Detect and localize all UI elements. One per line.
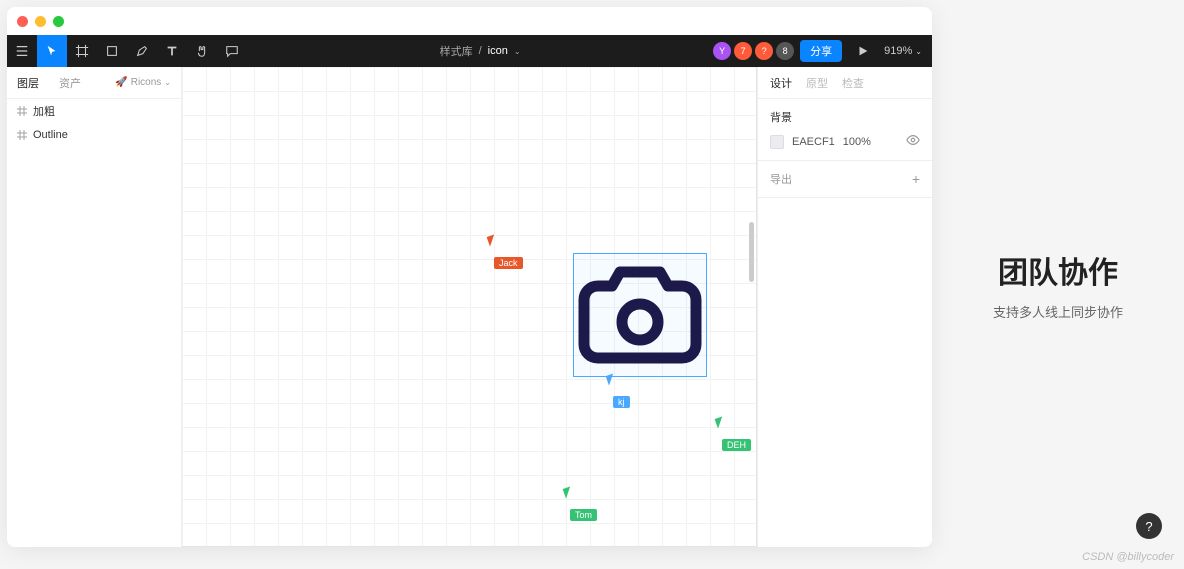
zoom-dropdown[interactable]: 919% ⌄ bbox=[884, 45, 922, 57]
export-section-title: 导出 bbox=[770, 171, 792, 187]
window-minimize-icon[interactable] bbox=[35, 16, 46, 27]
background-opacity[interactable]: 100% bbox=[843, 136, 871, 148]
pen-tool[interactable] bbox=[127, 35, 157, 67]
promo-title: 团队协作 bbox=[998, 248, 1118, 292]
help-button[interactable]: ? bbox=[1136, 513, 1162, 539]
collaborator-cursor: Jack bbox=[488, 235, 523, 269]
camera-icon bbox=[576, 256, 704, 376]
window-titlebar bbox=[7, 7, 932, 35]
chevron-down-icon: ⌄ bbox=[514, 47, 521, 56]
visibility-toggle-icon[interactable] bbox=[906, 133, 920, 150]
text-tool[interactable] bbox=[157, 35, 187, 67]
breadcrumb-current: icon bbox=[488, 45, 508, 57]
zoom-value: 919% bbox=[884, 45, 912, 57]
present-button[interactable] bbox=[848, 35, 878, 67]
cursor-label: DEH bbox=[722, 439, 751, 451]
hand-tool[interactable] bbox=[187, 35, 217, 67]
cursor-pointer-icon bbox=[715, 415, 729, 428]
cursor-label: kj bbox=[613, 396, 630, 408]
cursor-pointer-icon bbox=[606, 372, 620, 385]
layer-name: 加粗 bbox=[33, 103, 55, 119]
cursor-pointer-icon bbox=[563, 485, 577, 498]
promo-panel: 团队协作 支持多人线上同步协作 bbox=[932, 0, 1184, 569]
tab-assets[interactable]: 资产 bbox=[49, 75, 91, 91]
canvas[interactable]: JackCavarlykjDEHMasakoTom bbox=[182, 67, 757, 547]
menu-button[interactable] bbox=[7, 35, 37, 67]
layer-row[interactable]: 加粗 bbox=[7, 99, 181, 123]
layer-name: Outline bbox=[33, 129, 68, 141]
collaborator-avatar[interactable]: Y bbox=[713, 42, 731, 60]
main-toolbar: 样式库 / icon ⌄ Y7?8 分享 919% ⌄ bbox=[7, 35, 932, 67]
collaborator-cursor: DEH bbox=[716, 417, 751, 451]
breadcrumb[interactable]: 样式库 / icon ⌄ bbox=[247, 43, 713, 59]
promo-subtitle: 支持多人线上同步协作 bbox=[993, 302, 1123, 321]
cursor-pointer-icon bbox=[487, 233, 501, 246]
collaborator-avatar[interactable]: ? bbox=[755, 42, 773, 60]
comment-tool[interactable] bbox=[217, 35, 247, 67]
add-export-button[interactable]: + bbox=[912, 171, 920, 187]
chevron-down-icon: ⌄ bbox=[164, 78, 171, 87]
properties-panel: 设计 原型 检查 背景 EAECF1 100% bbox=[757, 67, 932, 547]
background-section-title: 背景 bbox=[770, 109, 920, 125]
layers-panel: 图层 资产 🚀 Ricons ⌄ 加粗 Outline bbox=[7, 67, 182, 547]
tab-layers[interactable]: 图层 bbox=[7, 75, 49, 91]
move-tool[interactable] bbox=[37, 35, 67, 67]
background-hex[interactable]: EAECF1 bbox=[792, 136, 835, 148]
cursor-label: Tom bbox=[570, 509, 597, 521]
background-swatch[interactable] bbox=[770, 135, 784, 149]
collaborator-cursor: Tom bbox=[564, 487, 597, 521]
window-maximize-icon[interactable] bbox=[53, 16, 64, 27]
design-app-window: 样式库 / icon ⌄ Y7?8 分享 919% ⌄ 图层 资产 bbox=[7, 7, 932, 547]
tab-design[interactable]: 设计 bbox=[770, 75, 792, 91]
collaborator-cursor: kj bbox=[607, 374, 630, 408]
collaborator-avatar[interactable]: 7 bbox=[734, 42, 752, 60]
share-button[interactable]: 分享 bbox=[800, 40, 842, 62]
collaborator-avatar[interactable]: 8 bbox=[776, 42, 794, 60]
breadcrumb-library: 样式库 bbox=[440, 43, 473, 59]
scrollbar[interactable] bbox=[749, 222, 754, 282]
tab-inspect[interactable]: 检查 bbox=[842, 75, 864, 91]
chevron-down-icon: ⌄ bbox=[915, 47, 922, 56]
window-close-icon[interactable] bbox=[17, 16, 28, 27]
watermark: CSDN @billycoder bbox=[1082, 551, 1174, 563]
cursor-label: Jack bbox=[494, 257, 523, 269]
shape-tool[interactable] bbox=[97, 35, 127, 67]
layer-row[interactable]: Outline bbox=[7, 123, 181, 147]
ricons-dropdown[interactable]: 🚀 Ricons ⌄ bbox=[115, 77, 181, 88]
rocket-icon: 🚀 bbox=[115, 77, 127, 88]
frame-tool[interactable] bbox=[67, 35, 97, 67]
tab-prototype[interactable]: 原型 bbox=[806, 75, 828, 91]
